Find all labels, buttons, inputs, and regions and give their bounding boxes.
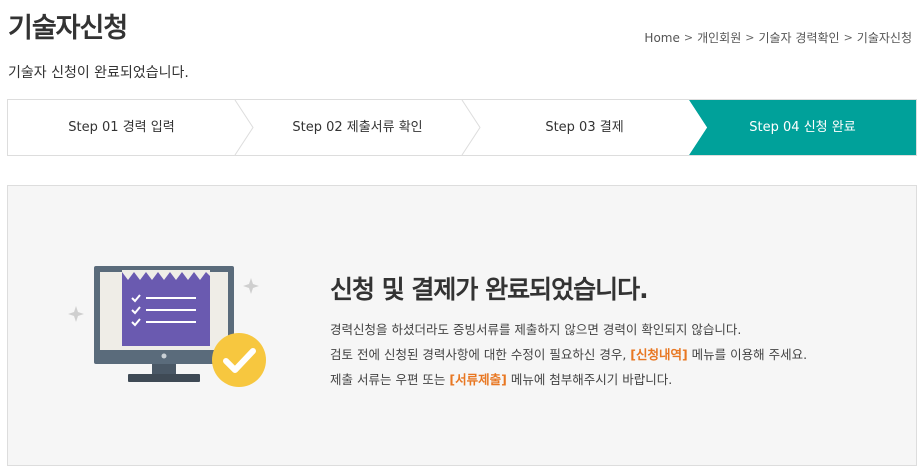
- message-line-3: 제출 서류는 우편 또는 [서류제출] 메뉴에 첨부해주시기 바랍니다.: [330, 367, 807, 392]
- message-text: 제출 서류는 우편 또는: [330, 372, 450, 387]
- step-2: Step 02 제출서류 확인: [292, 120, 423, 135]
- message-text: 메뉴를 이용해 주세요.: [687, 347, 808, 362]
- step-4-active: Step 04 신청 완료: [749, 120, 856, 135]
- breadcrumb-current: 기술자신청: [856, 31, 912, 45]
- message-text: 검토 전에 신청된 경력사항에 대한 수정이 필요하신 경우,: [330, 347, 631, 362]
- chevron-right-icon: >: [683, 31, 694, 44]
- document-submit-link[interactable]: [서류제출]: [449, 372, 506, 387]
- chevron-right-icon: >: [745, 31, 755, 44]
- breadcrumb-item[interactable]: 기술자 경력확인: [758, 29, 839, 46]
- completion-title: 신청 및 결제가 완료되었습니다.: [330, 275, 649, 304]
- chevron-right-icon: >: [843, 31, 853, 44]
- completion-message: 경력신청을 하셨더라도 증빙서류를 제출하지 않으면 경력이 확인되지 않습니다…: [330, 317, 807, 392]
- step-3: Step 03 결제: [545, 120, 624, 135]
- step-1: Step 01 경력 입력: [68, 120, 175, 135]
- message-line-2: 검토 전에 신청된 경력사항에 대한 수정이 필요하신 경우, [신청내역] 메…: [330, 342, 807, 367]
- message-text: 메뉴에 첨부해주시기 바랍니다.: [506, 372, 673, 387]
- page-subtitle: 기술자 신청이 완료되었습니다.: [8, 65, 189, 81]
- application-history-link[interactable]: [신청내역]: [630, 347, 687, 362]
- breadcrumb-home[interactable]: Home: [644, 31, 679, 45]
- breadcrumb: Home > 개인회원 > 기술자 경력확인 > 기술자신청: [644, 29, 912, 46]
- completion-panel: 신청 및 결제가 완료되었습니다. 경력신청을 하셨더라도 증빙서류를 제출하지…: [7, 185, 917, 466]
- breadcrumb-item[interactable]: 개인회원: [697, 29, 741, 46]
- monitor-document-check-icon: [68, 266, 266, 387]
- step-indicator: Step 01 경력 입력 Step 02 제출서류 확인 Step 03 결제…: [7, 99, 917, 156]
- message-line-1: 경력신청을 하셨더라도 증빙서류를 제출하지 않으면 경력이 확인되지 않습니다…: [330, 322, 742, 337]
- page-title: 기술자신청: [8, 13, 128, 44]
